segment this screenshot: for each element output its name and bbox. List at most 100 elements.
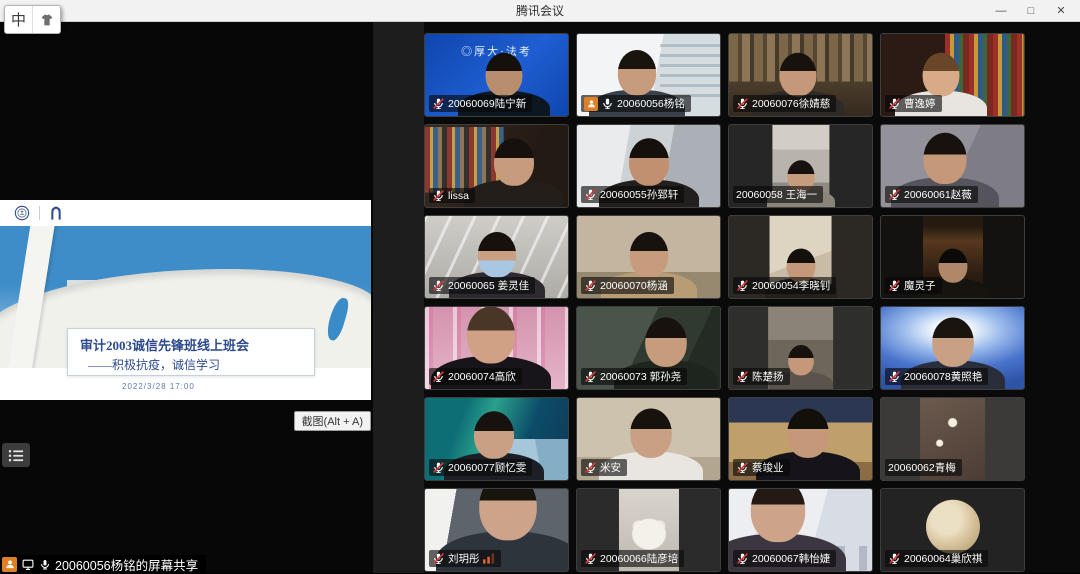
participant-tile[interactable]: 20060073 郭孙尧 [576, 306, 721, 390]
participant-name: lissa [448, 190, 469, 202]
participant-tile[interactable]: 20060064巢欣祺 [880, 488, 1025, 572]
participant-name: 20060062青梅 [888, 460, 956, 475]
university-seal-icon [14, 205, 30, 221]
participant-tile[interactable]: 20060054李晓钊 [728, 215, 873, 299]
mic-muted-icon [432, 97, 445, 110]
mic-muted-icon [736, 370, 749, 383]
person-head [477, 232, 515, 278]
participant-name-bar: 20060054李晓钊 [733, 277, 836, 294]
participant-tile[interactable]: lissa [424, 124, 569, 208]
mic-muted-icon [736, 552, 749, 565]
share-status-text: 20060056杨铭的屏幕共享 [55, 555, 198, 574]
person-head [750, 488, 804, 542]
mic-muted-icon [432, 552, 445, 565]
mic-muted-icon [888, 188, 901, 201]
share-status-bar: 20060056杨铭的屏幕共享 [0, 555, 206, 573]
participant-name: 20060078黄照艳 [904, 369, 982, 384]
participant-tile[interactable]: 20060065 姜灵佳 [424, 215, 569, 299]
participant-tile[interactable]: 刘玥彤 [424, 488, 569, 572]
participant-tile[interactable]: 20060058 王海一 [728, 124, 873, 208]
participant-name-bar: lissa [429, 188, 475, 203]
mic-icon [601, 97, 614, 110]
participant-name-bar: 20060065 姜灵佳 [429, 277, 535, 294]
participant-tile[interactable]: 20060066陆彦培 [576, 488, 721, 572]
participant-grid: ◎厚大·法考20060069陆宁新 20060056杨铭 20060076徐婧慈 曹逸… [424, 33, 1025, 572]
minimize-button[interactable]: — [986, 0, 1016, 22]
mic-muted-icon [584, 279, 597, 292]
person-head [787, 409, 829, 458]
participant-name: 蔡竣业 [752, 460, 784, 475]
mic-muted-icon [888, 279, 901, 292]
participant-tile[interactable]: 米安 [576, 397, 721, 481]
slide-title-line1: 审计2003诚信先锋班线上班会 [80, 335, 314, 354]
ime-skin-button[interactable] [32, 6, 60, 33]
logo-divider [39, 206, 40, 220]
participant-list-toggle-button[interactable] [2, 443, 30, 467]
participant-name-bar: 20060062青梅 [885, 459, 962, 476]
participant-tile[interactable]: 20060061赵薇 [880, 124, 1025, 208]
person-head [629, 138, 669, 186]
participant-tile[interactable]: 20060076徐婧慈 [728, 33, 873, 117]
participant-name-bar: 曹逸婷 [885, 95, 942, 112]
screen-share-view: 审计2003诚信先锋班线上班会 ——积极抗疫，诚信学习 2022/3/28 17… [0, 22, 373, 573]
participant-name: 20060055孙郅轩 [600, 187, 678, 202]
shirt-icon [39, 12, 55, 28]
mic-muted-icon [888, 97, 901, 110]
participant-name: 魔灵子 [904, 278, 936, 293]
mic-muted-icon [584, 188, 597, 201]
participant-tile[interactable]: 陈楚扬 [728, 306, 873, 390]
maximize-button[interactable]: □ [1016, 0, 1046, 22]
participant-tile[interactable]: 20060074高欣 [424, 306, 569, 390]
mic-muted-icon [736, 279, 749, 292]
participant-name: 20060069陆宁新 [448, 96, 526, 111]
participant-tile[interactable]: 20060078黄照艳 [880, 306, 1025, 390]
participant-name: 刘玥彤 [448, 551, 480, 566]
screenshot-button[interactable]: 截图(Alt + A) [294, 411, 371, 431]
list-icon [8, 449, 24, 462]
participant-tile[interactable]: ◎厚大·法考20060069陆宁新 [424, 33, 569, 117]
participant-name-bar: 米安 [581, 459, 627, 476]
ime-lang-button[interactable]: 中 [5, 6, 32, 33]
video-grid-panel: ◎厚大·法考20060069陆宁新 20060056杨铭 20060076徐婧慈 曹逸… [373, 22, 1080, 573]
participant-name-bar: 20060074高欣 [429, 368, 522, 385]
person-head [923, 53, 960, 97]
close-button[interactable]: ✕ [1046, 0, 1076, 22]
person-head [629, 232, 667, 278]
person-head [938, 249, 967, 283]
slide-logo-strip [0, 200, 371, 226]
participant-tile[interactable]: 20060062青梅 [880, 397, 1025, 481]
person-head [474, 411, 514, 459]
participant-name: 20060056杨铭 [617, 96, 685, 111]
screen-share-icon [21, 558, 35, 571]
participant-name: 20060076徐婧慈 [752, 96, 830, 111]
participant-name: 20060074高欣 [448, 369, 516, 384]
participant-name: 20060064巢欣祺 [904, 551, 982, 566]
person-head [485, 53, 522, 97]
participant-name: 20060067韩怡婕 [752, 551, 830, 566]
participant-tile[interactable]: 20060055孙郅轩 [576, 124, 721, 208]
participant-name: 米安 [600, 460, 621, 475]
participant-name: 曹逸婷 [904, 96, 936, 111]
title-bar: 腾讯会议 — □ ✕ [0, 0, 1080, 22]
participant-name-bar: 20060058 王海一 [733, 186, 823, 203]
participant-name: 20060066陆彦培 [600, 551, 678, 566]
participant-tile[interactable]: 20060070杨涵 [576, 215, 721, 299]
person-head [788, 345, 814, 375]
mic-icon [39, 558, 51, 571]
participant-tile[interactable]: 20060067韩怡婕 [728, 488, 873, 572]
person-head [779, 53, 816, 97]
participant-name: 20060070杨涵 [600, 278, 668, 293]
person-head [645, 318, 687, 367]
participant-tile[interactable]: 蔡竣业 [728, 397, 873, 481]
participant-name-bar: 蔡竣业 [733, 459, 790, 476]
participant-tile[interactable]: 20060077顾忆雯 [424, 397, 569, 481]
participant-tile[interactable]: 魔灵子 [880, 215, 1025, 299]
participant-tile[interactable]: 曹逸婷 [880, 33, 1025, 117]
participant-name-bar: 20060077顾忆雯 [429, 459, 532, 476]
participant-name: 20060061赵薇 [904, 187, 972, 202]
participant-tile[interactable]: 20060056杨铭 [576, 33, 721, 117]
person-head [932, 318, 974, 367]
participant-name: 20060077顾忆雯 [448, 460, 526, 475]
participant-name: 20060058 王海一 [736, 187, 817, 202]
presenter-badge-icon [2, 557, 17, 572]
